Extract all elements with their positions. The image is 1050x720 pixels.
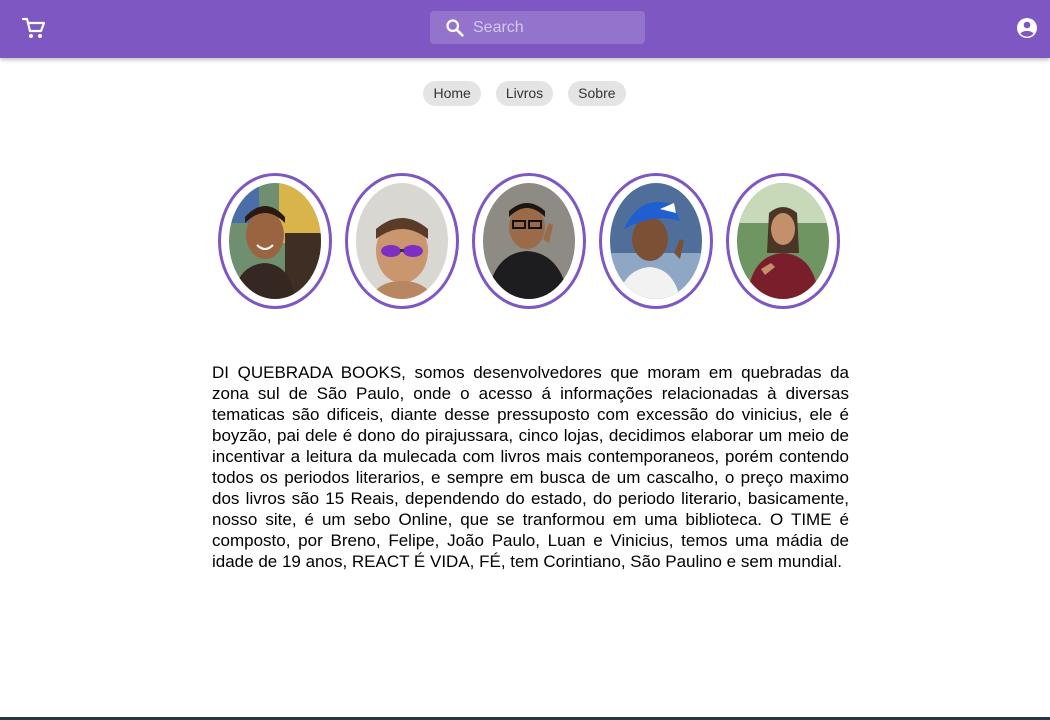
member-photo bbox=[483, 183, 575, 299]
about-text: DI QUEBRADA BOOKS, somos desenvolvedores… bbox=[212, 363, 849, 571]
team-member-avatar bbox=[472, 173, 586, 309]
nav-livros-button[interactable]: Livros bbox=[495, 81, 554, 106]
cart-button[interactable] bbox=[20, 14, 48, 42]
account-button[interactable] bbox=[1015, 16, 1039, 40]
app-bar bbox=[0, 0, 1050, 58]
shopping-cart-icon bbox=[21, 17, 46, 38]
nav-home-button[interactable]: Home bbox=[423, 81, 481, 106]
nav-menu: Home Livros Sobre bbox=[0, 81, 1050, 106]
team-member-avatar bbox=[599, 173, 713, 309]
search-input[interactable] bbox=[473, 11, 638, 44]
team-member-avatar bbox=[345, 173, 459, 309]
search-box bbox=[430, 11, 645, 44]
team-photos bbox=[218, 173, 843, 309]
nav-sobre-button[interactable]: Sobre bbox=[568, 81, 626, 106]
team-member-avatar bbox=[218, 173, 332, 309]
team-member-avatar bbox=[726, 173, 840, 309]
search-icon bbox=[446, 19, 464, 37]
member-photo bbox=[610, 183, 702, 299]
member-photo bbox=[737, 183, 829, 299]
member-photo bbox=[356, 183, 448, 299]
member-photo bbox=[229, 183, 321, 299]
account-circle-icon bbox=[1017, 18, 1037, 38]
